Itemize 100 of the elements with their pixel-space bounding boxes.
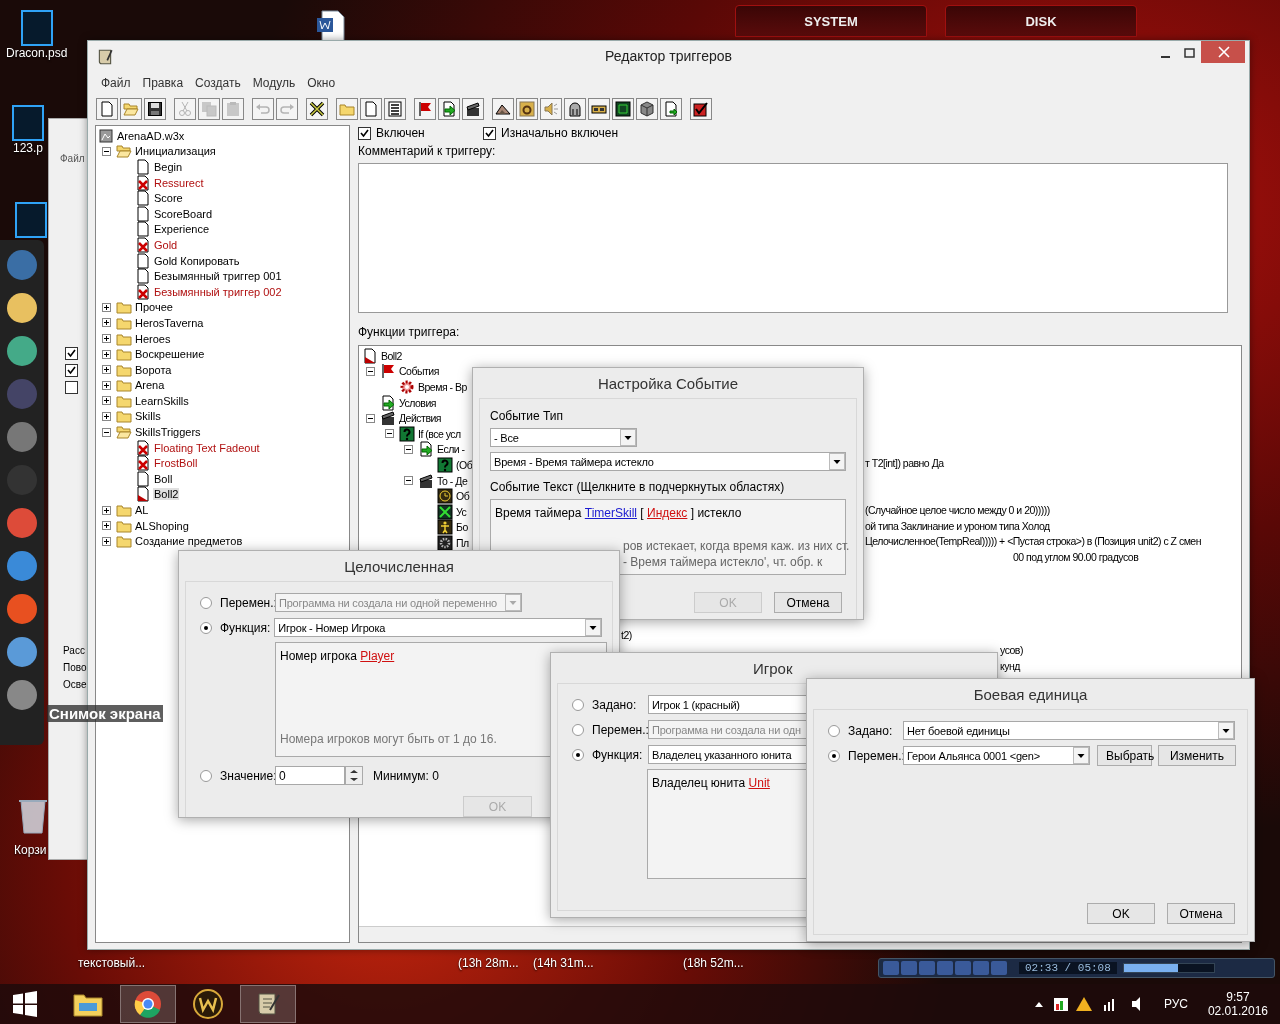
tree-item[interactable]: AL bbox=[134, 504, 150, 517]
tree-item[interactable]: Gold Копировать bbox=[153, 254, 241, 267]
tree-item[interactable]: Воскрешение bbox=[134, 348, 206, 361]
toolbar-button[interactable] bbox=[588, 98, 610, 120]
tree-item[interactable]: Boll bbox=[153, 472, 174, 485]
photoshop-file-icon[interactable] bbox=[20, 10, 53, 46]
radio-button[interactable] bbox=[828, 749, 840, 762]
expand-icon[interactable] bbox=[101, 412, 111, 421]
radio-button[interactable] bbox=[572, 698, 584, 711]
checkbox[interactable] bbox=[65, 364, 78, 377]
undefined-button[interactable]: Отмена bbox=[774, 592, 842, 613]
parameter-link[interactable]: Unit bbox=[748, 776, 770, 790]
tree-item[interactable]: Boll2 bbox=[153, 488, 180, 501]
app-icon[interactable] bbox=[7, 551, 37, 581]
collapse-icon[interactable] bbox=[365, 413, 375, 423]
app-icon[interactable] bbox=[7, 594, 37, 624]
menu-item[interactable]: Окно bbox=[307, 76, 336, 90]
expand-icon[interactable] bbox=[101, 380, 111, 390]
start-icon[interactable] bbox=[12, 991, 38, 1017]
tree-item[interactable]: Условия bbox=[398, 396, 437, 409]
widget-tab[interactable]: SYSTEM bbox=[735, 5, 927, 37]
checkbox[interactable] bbox=[483, 126, 496, 140]
tree-item[interactable]: Если - bbox=[436, 443, 466, 456]
collapse-icon[interactable] bbox=[403, 444, 413, 454]
dropdown[interactable]: Герои Альянса 0001 <gen> bbox=[903, 746, 1090, 765]
spinner-arrows-icon[interactable] bbox=[345, 766, 363, 785]
function-line[interactable]: Целочисленное(TempReal))))) + <Пустая строка>) в (Позиция unit2) с Z смен bbox=[865, 535, 1201, 548]
function-line[interactable]: ой типа Заклинание и уроном типа Холод bbox=[865, 519, 1050, 532]
tree-item[interactable]: Score bbox=[153, 192, 184, 205]
toolbar-button[interactable] bbox=[462, 98, 484, 120]
radio-button[interactable] bbox=[200, 769, 212, 782]
function-line[interactable]: 00 под углом 90.00 градусов bbox=[1013, 550, 1139, 563]
undefined-button[interactable]: Отмена bbox=[1167, 903, 1235, 924]
tree-item[interactable]: Прочее bbox=[134, 301, 174, 314]
widget-tab[interactable]: DISK bbox=[945, 5, 1137, 37]
caret-icon[interactable] bbox=[1033, 1000, 1044, 1008]
app-icon[interactable] bbox=[7, 508, 37, 538]
app-icon[interactable] bbox=[7, 336, 37, 366]
expand-icon[interactable] bbox=[101, 302, 111, 312]
tree-item[interactable]: HerosTaverna bbox=[134, 316, 205, 329]
expand-icon[interactable] bbox=[101, 318, 111, 328]
number-field[interactable]: 0 bbox=[275, 766, 345, 785]
tree-item[interactable]: Skills bbox=[134, 410, 162, 423]
tree-item[interactable]: ScoreBoard bbox=[153, 207, 214, 220]
dropdown[interactable]: Нет боевой единицы bbox=[903, 721, 1235, 740]
tree-item[interactable]: ALShoping bbox=[134, 519, 190, 532]
parameter-link[interactable]: Индекс bbox=[647, 506, 688, 520]
radio-button[interactable] bbox=[200, 621, 212, 634]
toolbar-button[interactable] bbox=[564, 98, 586, 120]
menu-item[interactable]: Модуль bbox=[252, 76, 296, 90]
tree-item[interactable]: Begin bbox=[153, 161, 184, 173]
expand-icon[interactable] bbox=[101, 505, 111, 515]
dropdown[interactable]: - Все bbox=[490, 428, 637, 447]
checkbox[interactable] bbox=[65, 347, 78, 360]
expand-icon[interactable] bbox=[101, 536, 111, 546]
menu-item[interactable]: Файл bbox=[60, 153, 85, 164]
tree-item[interactable]: Об bbox=[455, 490, 471, 503]
menu-item[interactable]: Правка bbox=[142, 76, 184, 90]
tree-item[interactable]: Инициализация bbox=[134, 145, 217, 158]
tree-item[interactable]: ArenaAD.w3x bbox=[116, 129, 186, 142]
collapse-icon[interactable] bbox=[101, 427, 111, 437]
collapse-icon[interactable] bbox=[101, 146, 111, 156]
photoshop-file-icon[interactable] bbox=[12, 105, 44, 141]
tree-item[interactable]: Ус bbox=[455, 505, 468, 518]
expand-icon[interactable] bbox=[101, 334, 111, 343]
toolbar-button[interactable] bbox=[660, 98, 682, 120]
checkbox[interactable] bbox=[65, 381, 78, 394]
undefined-button[interactable]: OK bbox=[1087, 903, 1155, 924]
maximize-icon[interactable] bbox=[1183, 47, 1197, 61]
collapse-icon[interactable] bbox=[403, 476, 413, 486]
tree-item[interactable]: Бо bbox=[455, 521, 469, 534]
toolbar-button[interactable] bbox=[384, 98, 406, 120]
tree-item[interactable]: SkillsTriggers bbox=[134, 426, 202, 439]
dropdown[interactable]: Игрок - Номер Игрока bbox=[274, 618, 602, 637]
app-icon[interactable] bbox=[7, 680, 37, 710]
language-indicator[interactable]: РУС bbox=[1163, 997, 1188, 1011]
toolbar-button[interactable] bbox=[306, 98, 328, 120]
collapse-icon[interactable] bbox=[365, 366, 375, 376]
tree-item[interactable]: Boll2 bbox=[380, 349, 403, 362]
tree-item[interactable]: Создание предметов bbox=[134, 535, 244, 548]
tree-item[interactable]: Arena bbox=[134, 379, 166, 392]
toolbar-button[interactable] bbox=[612, 98, 634, 120]
function-line[interactable]: усов) bbox=[1000, 644, 1023, 657]
function-line[interactable]: (Случайное целое число между 0 и 20))))) bbox=[865, 504, 1050, 516]
expand-icon[interactable] bbox=[101, 521, 111, 531]
parameter-link[interactable]: Player bbox=[360, 649, 395, 663]
clock-time[interactable]: 9:57 bbox=[1226, 990, 1250, 1004]
expand-icon[interactable] bbox=[101, 365, 111, 375]
taskbar-button[interactable] bbox=[240, 985, 296, 1023]
expand-icon[interactable] bbox=[101, 349, 111, 359]
tree-item[interactable]: Безымянный триггер 001 bbox=[153, 270, 283, 283]
comment-field[interactable] bbox=[358, 163, 1228, 313]
tree-item[interactable]: Действия bbox=[398, 412, 442, 425]
tree-item[interactable]: (Об bbox=[455, 458, 474, 471]
tree-item[interactable]: LearnSkills bbox=[134, 394, 190, 407]
collapse-icon[interactable] bbox=[384, 429, 394, 439]
tree-item[interactable]: Время - Вр bbox=[417, 381, 468, 393]
function-line[interactable]: кунд bbox=[1000, 660, 1020, 672]
tree-item[interactable]: Experience bbox=[153, 223, 211, 236]
taskbar-button[interactable] bbox=[120, 985, 176, 1023]
